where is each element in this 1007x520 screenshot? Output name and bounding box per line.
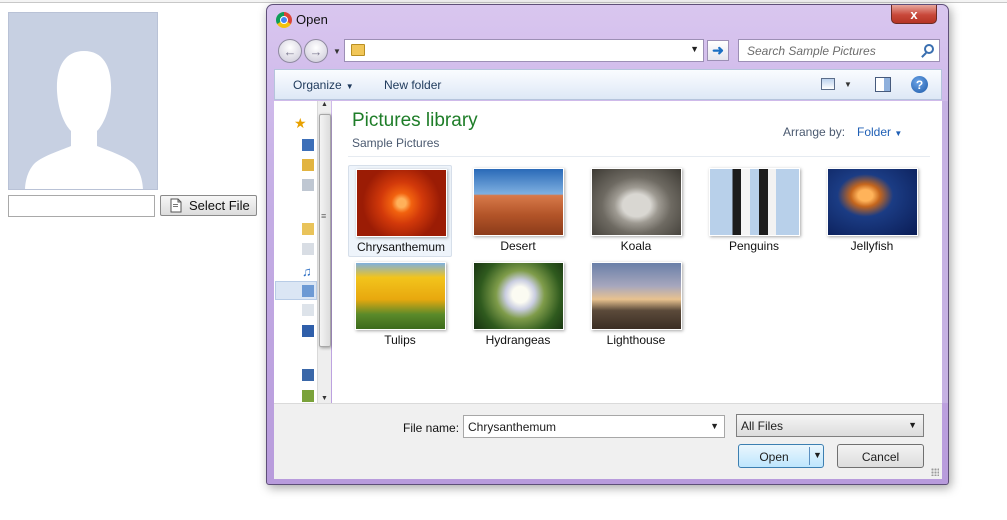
file-tile-koala[interactable]: Koala (584, 165, 688, 257)
file-tile-penguins[interactable]: Penguins (702, 165, 806, 257)
view-options-chevron-icon[interactable]: ▼ (844, 80, 852, 89)
arrange-value: Folder (857, 125, 892, 139)
cancel-button[interactable]: Cancel (837, 444, 924, 468)
file-name-value: Chrysanthemum (468, 420, 557, 434)
file-label: Desert (500, 239, 536, 253)
thumbnail-hydrangeas (473, 262, 564, 330)
arrange-by-label: Arrange by: (783, 125, 846, 139)
file-tile-lighthouse[interactable]: Lighthouse (584, 259, 688, 351)
file-list: Pictures library Sample Pictures Arrange… (332, 101, 942, 403)
downloads-folder-icon[interactable] (302, 159, 314, 171)
thumbnail-lighthouse (591, 262, 682, 330)
file-label: Hydrangeas (485, 333, 551, 347)
close-button[interactable]: x (891, 5, 937, 24)
divider (348, 156, 930, 157)
navigation-pane: ★ ♫ ▲ ≡ ▼ (274, 101, 331, 403)
help-icon[interactable]: ? (911, 76, 928, 93)
documents-icon[interactable] (302, 243, 314, 255)
dialog-title: Open (296, 12, 328, 27)
file-name-input[interactable]: Chrysanthemum ▼ (463, 415, 725, 438)
chevron-down-icon: ▼ (908, 420, 917, 430)
thumbnail-desert (473, 168, 564, 236)
search-placeholder: Search Sample Pictures (747, 44, 876, 58)
thumbnail-penguins (709, 168, 800, 236)
file-label: Penguins (728, 239, 780, 253)
silhouette-icon (25, 51, 143, 189)
favorites-star-icon[interactable]: ★ (294, 115, 307, 131)
open-label: Open (759, 450, 789, 464)
music-icon[interactable]: ♫ (302, 264, 314, 279)
recent-places-icon[interactable] (302, 179, 314, 191)
file-type-select[interactable]: All Files ▼ (736, 414, 924, 437)
file-label: Lighthouse (606, 333, 666, 347)
grip-icon: ≡ (321, 211, 327, 221)
browser-edge (0, 0, 1007, 3)
libraries-icon[interactable] (302, 223, 314, 235)
file-type-value: All Files (741, 419, 784, 433)
file-path-field[interactable] (8, 195, 155, 217)
split-divider (809, 447, 810, 465)
file-tile-hydrangeas[interactable]: Hydrangeas (466, 259, 570, 351)
preview-pane-icon[interactable] (875, 77, 891, 92)
thumbnail-jellyfish (827, 168, 918, 236)
select-file-button[interactable]: Select File (160, 195, 257, 216)
file-tile-desert[interactable]: Desert (466, 165, 570, 257)
avatar-placeholder (8, 12, 158, 190)
back-button[interactable]: ← (278, 39, 302, 63)
file-label: Koala (620, 239, 652, 253)
videos-icon[interactable] (302, 325, 314, 337)
desktop-icon[interactable] (302, 139, 314, 151)
scroll-thumb[interactable] (319, 114, 331, 347)
forward-button[interactable]: → (304, 39, 328, 63)
file-tile-chrysanthemum[interactable]: Chrysanthemum (348, 165, 452, 257)
file-tile-jellyfish[interactable]: Jellyfish (820, 165, 924, 257)
file-name-label: File name: (403, 421, 460, 435)
dialog-footer: File name: Chrysanthemum ▼ All Files ▼ O… (274, 403, 942, 479)
open-options-chevron-icon[interactable]: ▼ (813, 450, 822, 460)
organize-menu[interactable]: Organize ▼ (293, 78, 354, 92)
file-tile-tulips[interactable]: Tulips (348, 259, 452, 351)
scroll-up-icon[interactable]: ▲ (321, 101, 328, 108)
file-label: Chrysanthemum (356, 240, 446, 254)
change-view-icon[interactable] (821, 78, 835, 90)
content-scrollbar[interactable] (942, 101, 948, 403)
toolbar: Organize ▼ New folder ▼ ? (274, 69, 942, 100)
thumbnail-tulips (355, 262, 446, 330)
history-dropdown-icon[interactable]: ▼ (333, 47, 341, 56)
file-icon (169, 198, 183, 213)
library-title: Pictures library (352, 110, 478, 131)
pictures-icon (302, 285, 314, 297)
thumbnail-koala (591, 168, 682, 236)
resize-grip-icon[interactable] (931, 468, 939, 476)
search-icon[interactable] (924, 44, 934, 54)
chevron-down-icon: ▼ (894, 129, 903, 138)
file-label: Jellyfish (850, 239, 894, 253)
folder-icon (351, 44, 365, 56)
chevron-down-icon[interactable]: ▼ (710, 421, 719, 431)
chevron-down-icon[interactable]: ▼ (690, 44, 699, 54)
arrange-by-dropdown[interactable]: Folder ▼ (857, 125, 902, 139)
select-file-label: Select File (189, 198, 250, 213)
network-icon[interactable] (302, 390, 314, 402)
organize-label: Organize (293, 78, 342, 92)
search-input[interactable]: Search Sample Pictures (738, 39, 940, 62)
thumbnail-chrysanthemum (356, 169, 447, 237)
chrome-icon (276, 12, 292, 28)
address-bar[interactable]: ▼ (344, 39, 704, 62)
chevron-down-icon: ▼ (345, 82, 354, 91)
file-label: Tulips (384, 333, 416, 347)
new-folder-button[interactable]: New folder (384, 78, 441, 92)
document-icon[interactable] (302, 304, 314, 316)
open-dialog: Open x ← → ▼ ▼ ➜ Search Sample Pictures … (266, 4, 949, 485)
nav-scrollbar[interactable]: ▲ ≡ ▼ (317, 101, 331, 403)
computer-icon[interactable] (302, 369, 314, 381)
library-subtitle: Sample Pictures (352, 136, 440, 150)
open-button[interactable]: Open ▼ (738, 444, 824, 468)
go-button[interactable]: ➜ (707, 40, 729, 61)
scroll-down-icon[interactable]: ▼ (321, 395, 328, 402)
